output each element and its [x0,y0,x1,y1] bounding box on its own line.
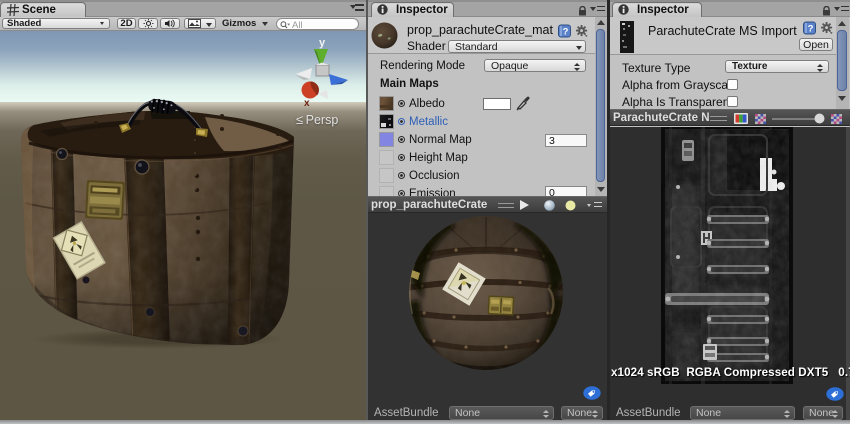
svg-text:y: y [319,37,326,49]
svg-text:?: ? [808,24,814,35]
svg-text:x: x [304,98,310,108]
svg-text:?: ? [563,27,569,38]
